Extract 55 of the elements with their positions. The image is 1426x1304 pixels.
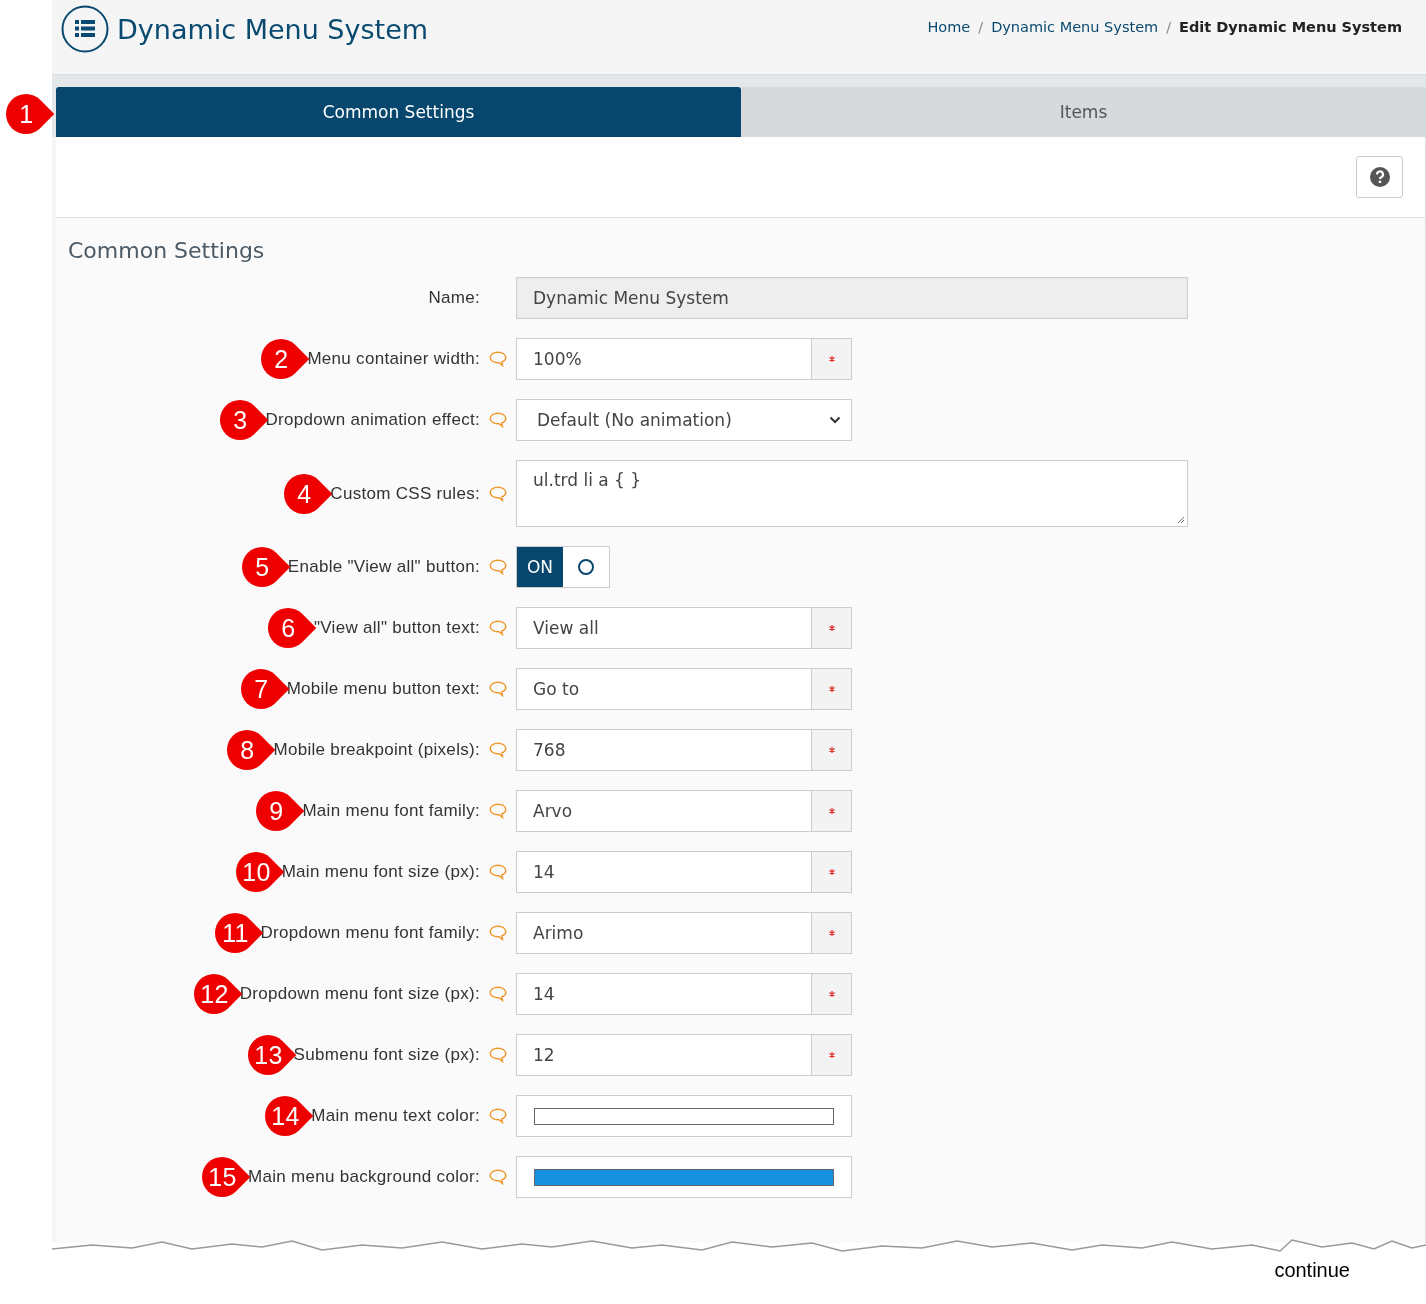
breadcrumb-link[interactable]: Home bbox=[927, 19, 971, 35]
field-label: Custom CSS rules: bbox=[330, 483, 480, 504]
color-picker[interactable] bbox=[516, 1156, 852, 1198]
field-label: Mobile menu button text: bbox=[286, 679, 480, 699]
section-title: Common Settings bbox=[68, 238, 266, 263]
name-field[interactable]: Dynamic Menu System bbox=[516, 277, 1188, 319]
speech-bubble-icon[interactable] bbox=[489, 803, 507, 819]
field-label: Dropdown menu font family: bbox=[260, 923, 480, 943]
resize-grip-icon[interactable] bbox=[1175, 514, 1185, 524]
field-label: Submenu font size (px): bbox=[293, 1045, 480, 1065]
chevron-down-icon bbox=[829, 416, 841, 424]
text-field[interactable]: 100% bbox=[516, 338, 812, 380]
help-button[interactable] bbox=[1356, 156, 1403, 198]
speech-bubble-icon[interactable] bbox=[489, 1169, 507, 1185]
speech-bubble-icon[interactable] bbox=[489, 864, 507, 880]
text-field[interactable]: 12 bbox=[516, 1034, 812, 1076]
breadcrumb-separator: / bbox=[1166, 19, 1172, 35]
speech-bubble-icon[interactable] bbox=[489, 1047, 507, 1063]
speech-bubble-icon[interactable] bbox=[489, 351, 507, 367]
dropdown-select[interactable]: Default (No animation) bbox=[516, 399, 852, 441]
text-field[interactable]: View all bbox=[516, 607, 812, 649]
breadcrumb-link[interactable]: Dynamic Menu System bbox=[991, 19, 1159, 35]
color-picker[interactable] bbox=[516, 1095, 852, 1137]
css-textarea[interactable]: ul.trd li a { } bbox=[516, 460, 1188, 527]
speech-bubble-icon[interactable] bbox=[489, 1108, 507, 1124]
text-field[interactable]: 768 bbox=[516, 729, 812, 771]
text-field[interactable]: 14 bbox=[516, 973, 812, 1015]
speech-bubble-icon[interactable] bbox=[489, 742, 507, 758]
help-icon bbox=[1369, 167, 1390, 187]
speech-bubble-icon[interactable] bbox=[489, 681, 507, 697]
field-label: Menu container width: bbox=[307, 349, 480, 369]
field-label: Dropdown animation effect: bbox=[265, 410, 480, 430]
current-page-label: Edit Dynamic Menu System bbox=[1179, 19, 1402, 35]
toggle-switch[interactable]: ON bbox=[516, 546, 610, 588]
breadcrumb-separator: / bbox=[978, 19, 984, 35]
speech-bubble-icon[interactable] bbox=[489, 986, 507, 1002]
list-icon bbox=[61, 5, 109, 53]
text-field[interactable]: Arvo bbox=[516, 790, 812, 832]
field-label: Main menu font size (px): bbox=[281, 862, 480, 882]
speech-bubble-icon[interactable] bbox=[489, 559, 507, 575]
speech-bubble-icon[interactable] bbox=[489, 620, 507, 636]
field-label: Main menu font family: bbox=[302, 801, 480, 821]
speech-bubble-icon[interactable] bbox=[489, 925, 507, 941]
speech-bubble-icon[interactable] bbox=[489, 412, 507, 428]
text-field[interactable]: 14 bbox=[516, 851, 812, 893]
continue-label: continue bbox=[1274, 1259, 1350, 1281]
tab[interactable]: Items bbox=[741, 87, 1426, 137]
page-title: Dynamic Menu System bbox=[117, 13, 429, 45]
tab[interactable]: Common Settings bbox=[56, 87, 741, 137]
field-label: Name: bbox=[428, 288, 480, 308]
text-field[interactable]: Arimo bbox=[516, 912, 812, 954]
text-field[interactable]: Go to bbox=[516, 668, 812, 710]
field-label: Mobile breakpoint (pixels): bbox=[273, 740, 480, 760]
speech-bubble-icon[interactable] bbox=[489, 485, 507, 502]
field-label: Main menu text color: bbox=[311, 1106, 480, 1126]
